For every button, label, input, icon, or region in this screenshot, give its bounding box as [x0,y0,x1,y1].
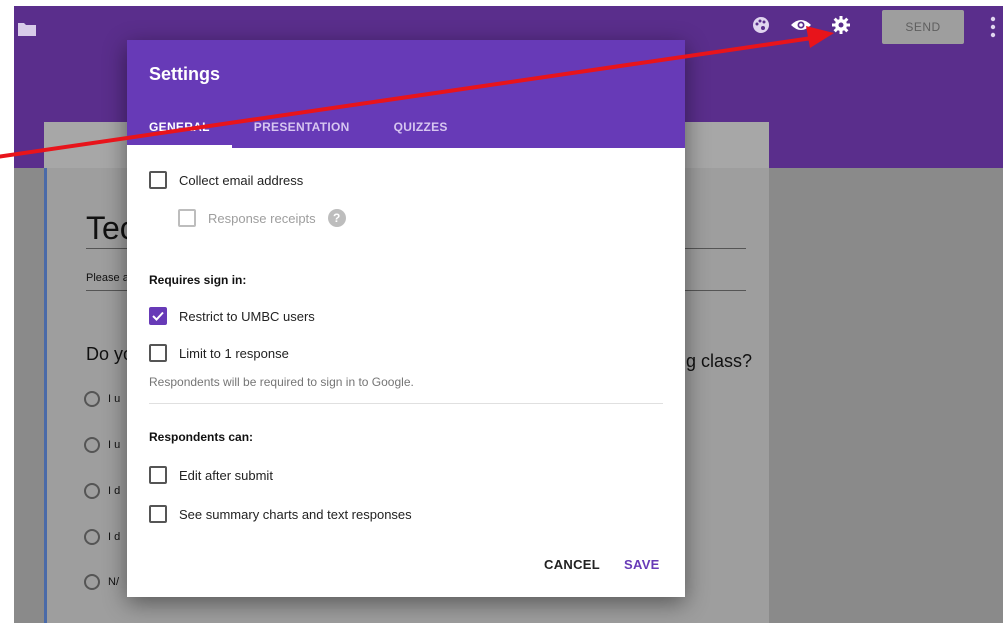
arrow-head-icon [806,26,834,48]
annotation-arrow [0,26,834,159]
